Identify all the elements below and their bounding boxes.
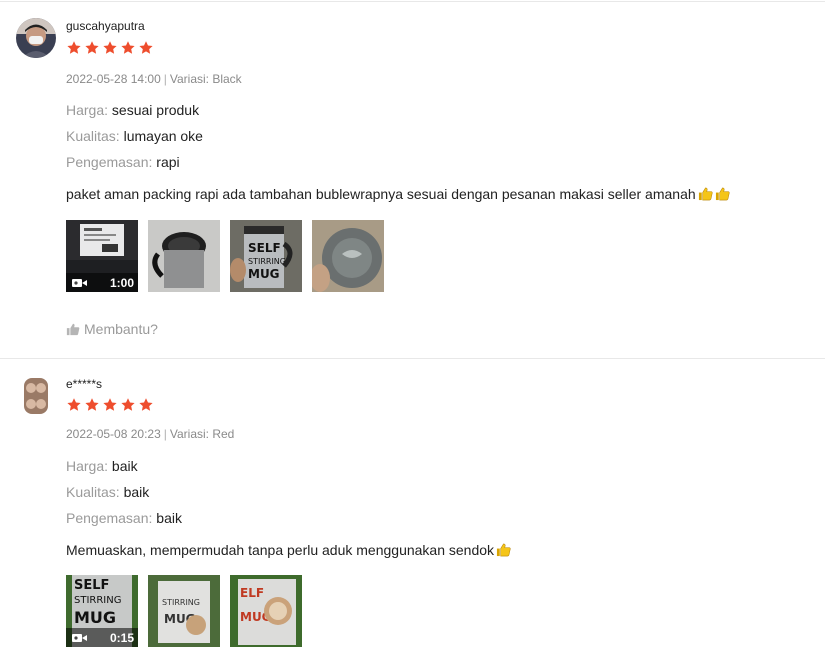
avatar[interactable] [16, 18, 56, 58]
star-icon [121, 398, 135, 411]
video-camera-icon [72, 278, 87, 287]
video-duration: 0:15 [109, 630, 134, 645]
review-variant: Variasi: Black [169, 72, 242, 86]
attr-price: Harga: baik [66, 458, 138, 474]
review-date: 2022-05-08 20:23 [66, 427, 161, 441]
review-photo[interactable]: ELF MUG [230, 575, 302, 647]
attr-value: lumayan oke [123, 128, 203, 144]
comment-text: paket aman packing rapi ada tambahan bub… [66, 186, 696, 202]
review-media: 1:00 SELF STIRRING MUG [66, 220, 384, 292]
review-photo[interactable] [148, 220, 220, 292]
attr-label: Kualitas: [66, 484, 120, 500]
attr-packaging: Pengemasan: rapi [66, 154, 180, 170]
review-variant: Variasi: Red [169, 427, 235, 441]
svg-text:MUG: MUG [74, 608, 116, 627]
attr-value: baik [123, 484, 150, 500]
video-duration: 1:00 [109, 275, 134, 290]
svg-text:SELF: SELF [74, 578, 109, 593]
attr-value: baik [156, 510, 182, 526]
review-photo[interactable]: STIRRING MUG [148, 575, 220, 647]
review-date: 2022-05-28 14:00 [66, 72, 161, 86]
star-icon [103, 398, 117, 411]
photo-thumbnail [148, 220, 220, 292]
helpful-button[interactable]: Membantu? [66, 321, 158, 337]
thumbs-up-icon [66, 323, 80, 336]
review-video[interactable]: 1:00 [66, 220, 138, 292]
star-icon [139, 41, 153, 54]
review-comment: paket aman packing rapi ada tambahan bub… [66, 186, 730, 202]
review-item: guscahyaputra 2022-05-28 14:00 | Variasi: … [0, 0, 825, 359]
attr-packaging: Pengemasan: baik [66, 510, 182, 526]
attr-quality: Kualitas: lumayan oke [66, 128, 203, 144]
review-item: e*****s 2022-05-08 20:23 | Variasi: Red Ha… [0, 359, 825, 648]
reviewer-name: e*****s [66, 377, 103, 391]
attr-label: Pengemasan: [66, 510, 153, 526]
star-icon [67, 398, 81, 411]
attr-label: Kualitas: [66, 128, 120, 144]
star-icon [121, 41, 135, 54]
thumbs-up-emoji [496, 543, 511, 557]
photo-thumbnail: STIRRING MUG [148, 575, 220, 647]
attr-value: baik [111, 458, 138, 474]
review-media: SELF STIRRING MUG 0:15 STIRRING MUG ELF … [66, 575, 302, 647]
avatar[interactable] [16, 376, 56, 416]
review-comment: Memuaskan, mempermudah tanpa perlu aduk … [66, 542, 511, 558]
photo-thumbnail: ELF MUG [230, 575, 302, 647]
svg-text:ELF: ELF [240, 586, 264, 600]
rating-stars [66, 40, 154, 56]
svg-text:MUG: MUG [248, 267, 280, 281]
attr-price: Harga: sesuai produk [66, 102, 199, 118]
attr-quality: Kualitas: baik [66, 484, 149, 500]
attr-value: rapi [156, 154, 180, 170]
video-camera-icon [72, 633, 87, 642]
attr-label: Harga: [66, 458, 109, 474]
svg-text:SELF: SELF [248, 241, 281, 255]
video-overlay: 0:15 [66, 628, 138, 647]
star-icon [85, 41, 99, 54]
star-icon [67, 41, 81, 54]
rating-stars [66, 397, 154, 413]
svg-text:STIRRING: STIRRING [248, 257, 286, 266]
svg-text:STIRRING: STIRRING [162, 598, 200, 607]
review-meta: 2022-05-08 20:23 | Variasi: Red [66, 427, 235, 441]
video-overlay: 1:00 [66, 273, 138, 292]
svg-text:STIRRING: STIRRING [74, 595, 121, 606]
review-meta: 2022-05-28 14:00 | Variasi: Black [66, 72, 242, 86]
attr-label: Harga: [66, 102, 109, 118]
star-icon [139, 398, 153, 411]
attr-value: sesuai produk [111, 102, 200, 118]
review-video[interactable]: SELF STIRRING MUG 0:15 [66, 575, 138, 647]
review-photo[interactable] [312, 220, 384, 292]
review-photo[interactable]: SELF STIRRING MUG [230, 220, 302, 292]
photo-thumbnail: SELF STIRRING MUG [230, 220, 302, 292]
reviewer-name: guscahyaputra [66, 19, 145, 33]
thumbs-up-emoji [698, 187, 713, 201]
star-icon [103, 41, 117, 54]
helpful-label: Membantu? [84, 321, 158, 337]
attr-label: Pengemasan: [66, 154, 153, 170]
thumbs-up-emoji [715, 187, 730, 201]
comment-text: Memuaskan, mempermudah tanpa perlu aduk … [66, 542, 495, 558]
star-icon [85, 398, 99, 411]
photo-thumbnail [312, 220, 384, 292]
